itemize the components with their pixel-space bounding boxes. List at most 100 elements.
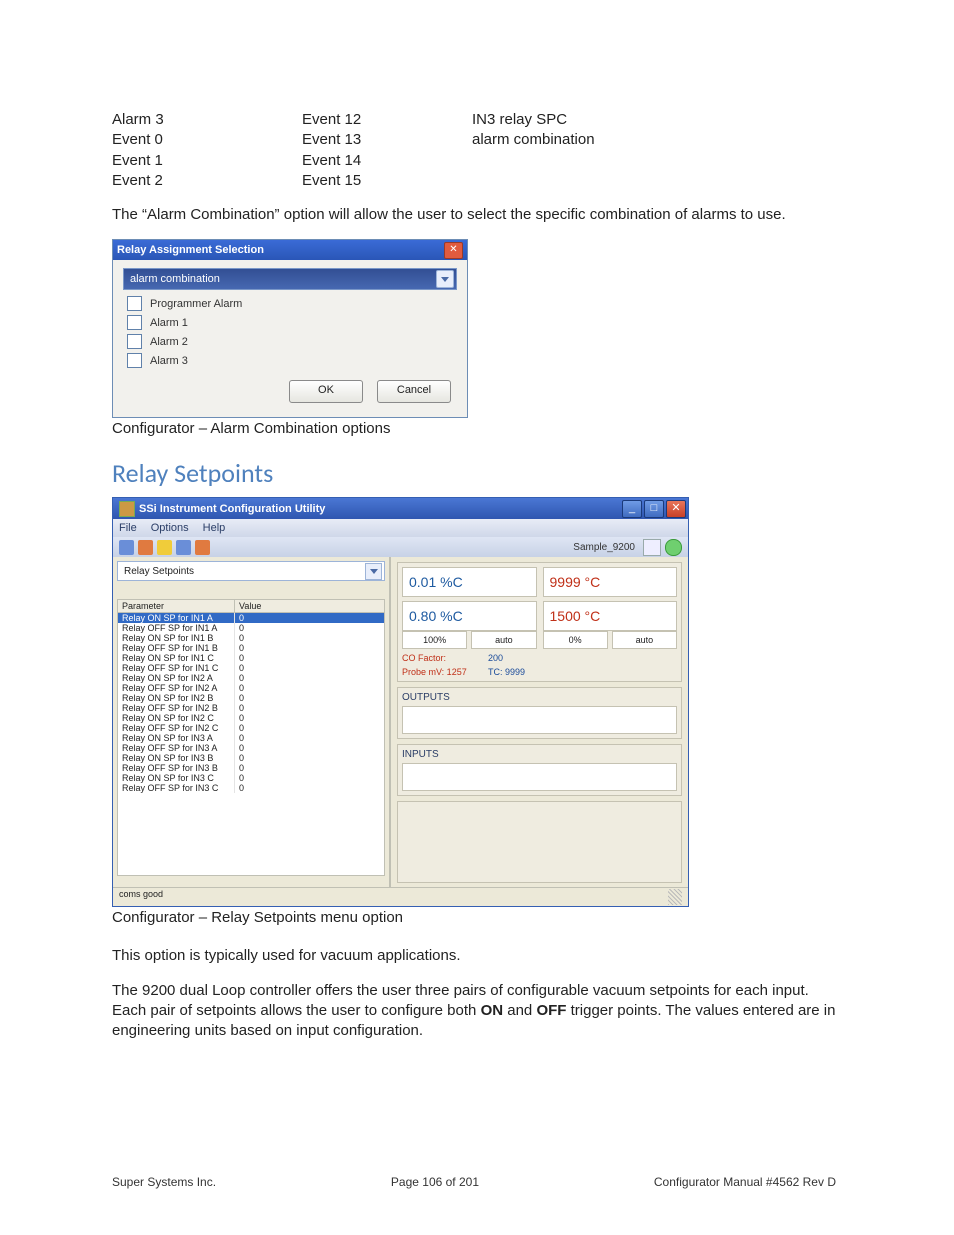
checkbox-alarm-3[interactable]: Alarm 3 (127, 353, 457, 368)
param-name: Relay ON SP for IN2 C (118, 713, 235, 723)
window-title: SSi Instrument Configuration Utility (139, 503, 622, 515)
checkbox-label: Alarm 2 (150, 336, 188, 348)
toolbar-icon[interactable] (119, 540, 134, 555)
menu-bar: File Options Help (113, 519, 688, 537)
param-value: 0 (235, 683, 384, 693)
param-value: 0 (235, 753, 384, 763)
col2-item: Event 13 (302, 130, 472, 150)
section-heading-relay-setpoints: Relay Setpoints (112, 457, 836, 489)
parameter-grid[interactable]: Parameter Value Relay ON SP for IN1 A0Re… (117, 599, 385, 876)
table-row[interactable]: Relay ON SP for IN1 B0 (118, 633, 384, 643)
figure-caption-2: Configurator – Relay Setpoints menu opti… (112, 909, 836, 926)
spinner-icon[interactable] (643, 539, 661, 556)
table-row[interactable]: Relay OFF SP for IN1 A0 (118, 623, 384, 633)
ssi-config-window: SSi Instrument Configuration Utility _ □… (112, 497, 689, 907)
table-row[interactable]: Relay OFF SP for IN3 C0 (118, 783, 384, 793)
table-row[interactable]: Relay ON SP for IN2 A0 (118, 673, 384, 683)
param-value: 0 (235, 773, 384, 783)
toolbar-icon[interactable] (138, 540, 153, 555)
table-row[interactable]: Relay ON SP for IN3 B0 (118, 753, 384, 763)
status-text: coms good (119, 889, 163, 905)
param-value: 0 (235, 653, 384, 663)
inputs-label: INPUTS (402, 749, 677, 760)
dropdown-value: Relay Setpoints (124, 566, 365, 577)
param-name: Relay OFF SP for IN3 A (118, 743, 235, 753)
param-name: Relay ON SP for IN1 A (118, 613, 235, 623)
param-value: 0 (235, 763, 384, 773)
param-name: Relay OFF SP for IN2 C (118, 723, 235, 733)
footer-center: Page 106 of 201 (391, 1175, 479, 1189)
menu-file[interactable]: File (119, 522, 137, 534)
footer-right: Configurator Manual #4562 Rev D (654, 1175, 836, 1189)
param-value: 0 (235, 783, 384, 793)
col2-item: Event 15 (302, 171, 472, 191)
table-row[interactable]: Relay ON SP for IN1 A0 (118, 613, 384, 623)
refresh-icon[interactable] (665, 539, 682, 556)
toolbar: Sample_9200 (113, 537, 688, 557)
table-row[interactable]: Relay OFF SP for IN2 C0 (118, 723, 384, 733)
output-left-mode: auto (471, 631, 536, 649)
param-value: 0 (235, 713, 384, 723)
table-row[interactable]: Relay ON SP for IN3 C0 (118, 773, 384, 783)
table-row[interactable]: Relay OFF SP for IN1 C0 (118, 663, 384, 673)
param-name: Relay ON SP for IN3 A (118, 733, 235, 743)
temp-sp: 1500 °C (550, 608, 671, 624)
close-icon[interactable]: ✕ (444, 242, 463, 259)
table-row[interactable]: Relay OFF SP for IN3 A0 (118, 743, 384, 753)
table-row[interactable]: Relay OFF SP for IN2 B0 (118, 703, 384, 713)
checkbox-label: Alarm 1 (150, 317, 188, 329)
param-name: Relay OFF SP for IN1 A (118, 623, 235, 633)
table-row[interactable]: Relay ON SP for IN2 B0 (118, 693, 384, 703)
checkbox-alarm-1[interactable]: Alarm 1 (127, 315, 457, 330)
toolbar-icon[interactable] (157, 540, 172, 555)
param-value: 0 (235, 633, 384, 643)
param-name: Relay ON SP for IN1 C (118, 653, 235, 663)
app-icon (119, 501, 135, 517)
col1-item: Event 0 (112, 130, 302, 150)
param-value: 0 (235, 733, 384, 743)
col1-item: Event 1 (112, 151, 302, 171)
param-value: 0 (235, 663, 384, 673)
checkbox-alarm-2[interactable]: Alarm 2 (127, 334, 457, 349)
toolbar-icon[interactable] (176, 540, 191, 555)
table-row[interactable]: Relay OFF SP for IN2 A0 (118, 683, 384, 693)
menu-options[interactable]: Options (151, 522, 189, 534)
resize-grip-icon[interactable] (668, 889, 682, 905)
col1-item: Event 2 (112, 171, 302, 191)
toolbar-icon[interactable] (195, 540, 210, 555)
temp-pv: 9999 °C (550, 574, 671, 590)
menu-help[interactable]: Help (203, 522, 226, 534)
checkbox-label: Alarm 3 (150, 355, 188, 367)
chevron-down-icon[interactable] (436, 270, 454, 288)
alarm-combo-dropdown[interactable]: alarm combination (123, 268, 457, 290)
table-row[interactable]: Relay ON SP for IN1 C0 (118, 653, 384, 663)
close-icon[interactable]: ✕ (666, 500, 686, 518)
checkbox-programmer-alarm[interactable]: Programmer Alarm (127, 296, 457, 311)
checkbox-icon (127, 334, 142, 349)
ok-button[interactable]: OK (289, 380, 363, 403)
readout-panel: 0.01 %C 9999 °C 0.80 %C 1500 °C 100% aut… (397, 562, 682, 682)
grid-header-parameter: Parameter (118, 600, 235, 612)
figure-caption-1: Configurator – Alarm Combination options (112, 420, 836, 437)
param-value: 0 (235, 693, 384, 703)
table-row[interactable]: Relay ON SP for IN2 C0 (118, 713, 384, 723)
param-name: Relay OFF SP for IN2 B (118, 703, 235, 713)
output-right-pct: 0% (543, 631, 608, 649)
cancel-button[interactable]: Cancel (377, 380, 451, 403)
param-name: Relay ON SP for IN1 B (118, 633, 235, 643)
param-value: 0 (235, 703, 384, 713)
probe-mv: Probe mV: 1257 (402, 667, 488, 677)
table-row[interactable]: Relay OFF SP for IN1 B0 (118, 643, 384, 653)
param-value: 0 (235, 673, 384, 683)
tc-value: TC: 9999 (488, 667, 525, 677)
param-name: Relay OFF SP for IN2 A (118, 683, 235, 693)
maximize-icon[interactable]: □ (644, 500, 664, 518)
menu-dropdown[interactable]: Relay Setpoints (117, 561, 385, 581)
param-value: 0 (235, 623, 384, 633)
table-row[interactable]: Relay ON SP for IN3 A0 (118, 733, 384, 743)
minimize-icon[interactable]: _ (622, 500, 642, 518)
chevron-down-icon[interactable] (365, 563, 382, 580)
checkbox-icon (127, 353, 142, 368)
footer-left: Super Systems Inc. (112, 1175, 216, 1189)
table-row[interactable]: Relay OFF SP for IN3 B0 (118, 763, 384, 773)
